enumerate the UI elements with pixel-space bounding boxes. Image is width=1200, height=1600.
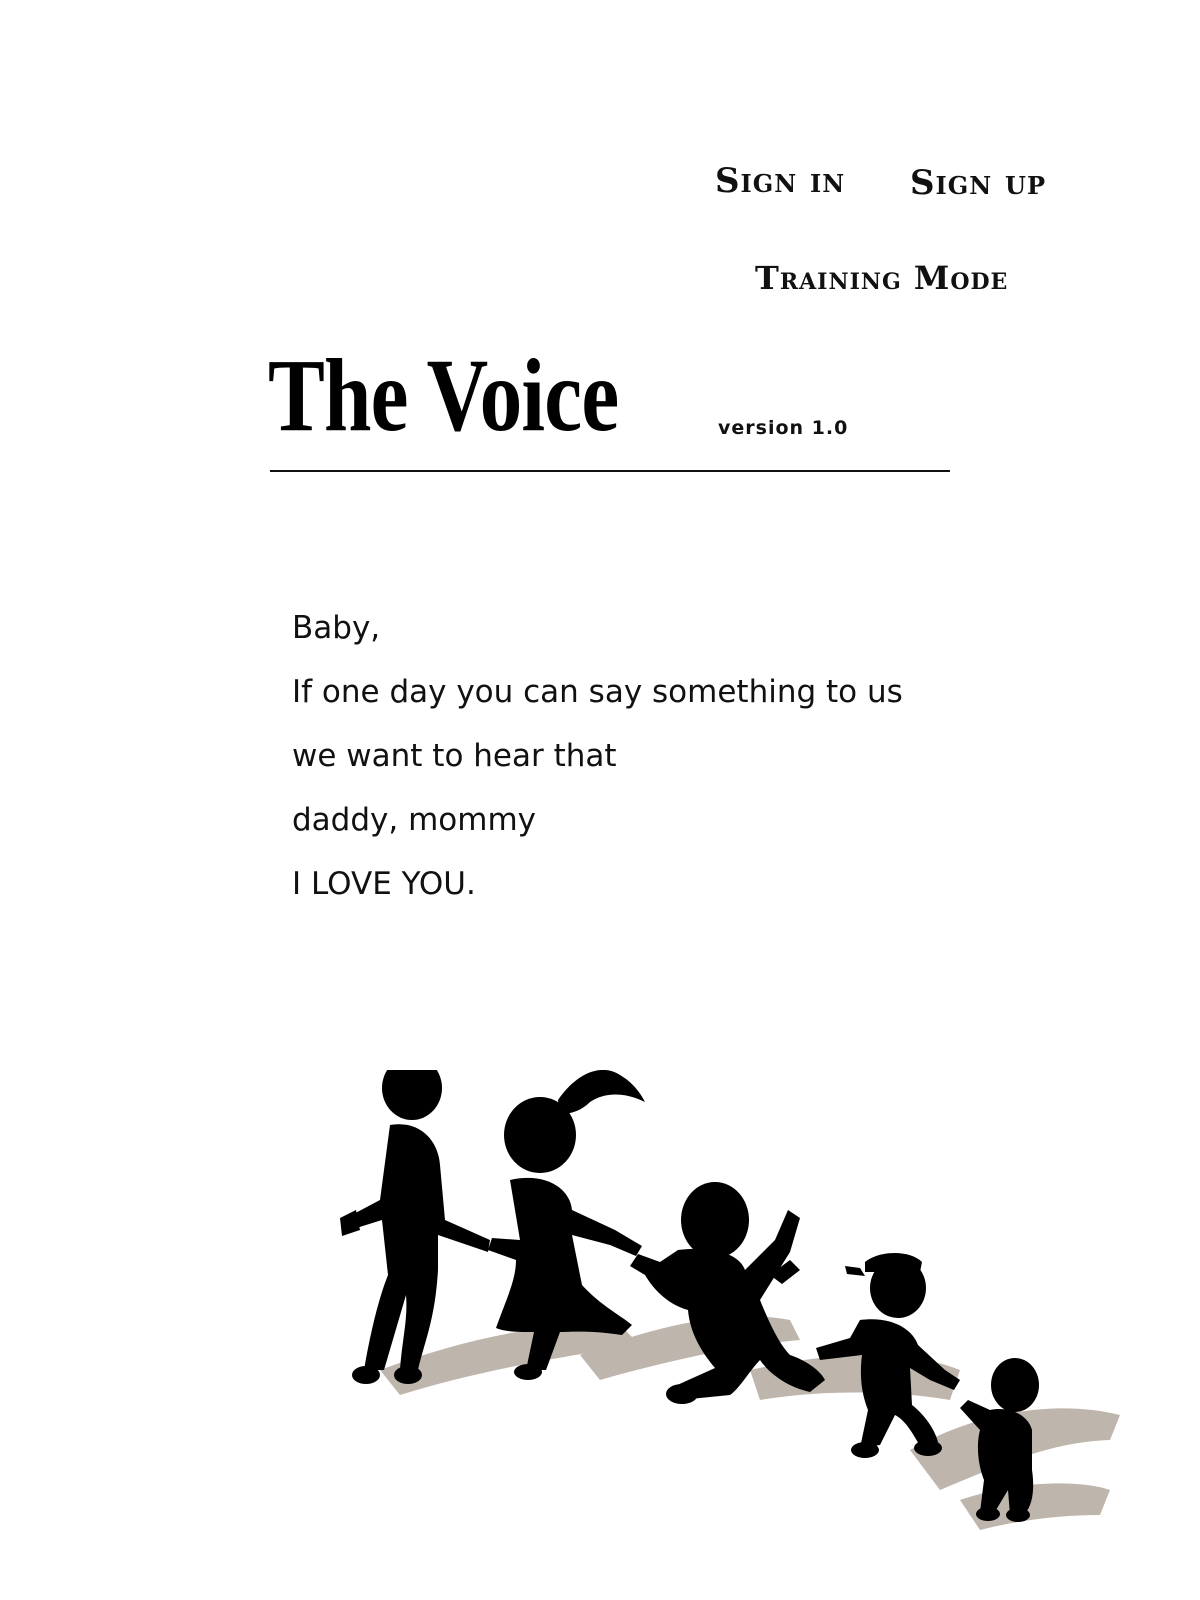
message-line: Baby, [292,610,381,646]
silhouette-figures [340,1070,1039,1522]
message-line: I LOVE YOU. [292,866,476,902]
message-line: we want to hear that [292,738,617,774]
message-line: If one day you can say something to us [292,674,903,710]
message-block: Baby, If one day you can say something t… [292,606,903,926]
version-label: version 1.0 [718,417,849,439]
cap-boy-figure [816,1253,960,1458]
sign-up-link[interactable]: Sign up [910,166,1046,200]
message-line: daddy, mommy [292,802,536,838]
title-divider [270,470,950,472]
children-silhouette-icon [340,1070,1120,1530]
boy-figure [340,1070,490,1384]
running-child-figure [630,1182,825,1404]
sign-in-link[interactable]: Sign in [715,164,845,198]
training-mode-link[interactable]: Training Mode [755,262,1008,294]
page-title: The Voice [268,338,619,453]
